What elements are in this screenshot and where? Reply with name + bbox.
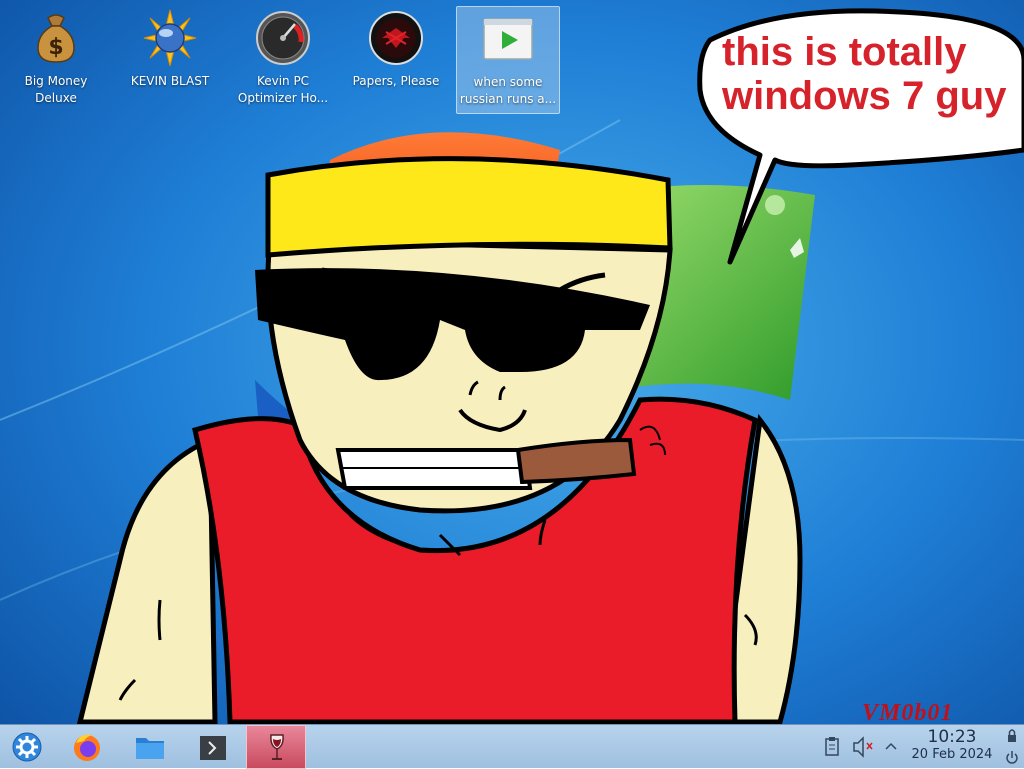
wine-glass-icon <box>270 734 284 760</box>
clock-date: 20 Feb 2024 <box>911 747 993 762</box>
lock-icon[interactable] <box>1004 725 1020 747</box>
desktop-icon-label: Kevin PC Optimizer Ho... <box>237 74 329 105</box>
desktop-icon-kevin-blast[interactable]: KEVIN BLAST <box>118 6 222 114</box>
desktop-icon-russian-video[interactable]: when some russian runs a... <box>456 6 560 114</box>
taskbar: 10:23 20 Feb 2024 <box>0 724 1024 769</box>
gauge-icon <box>256 11 310 65</box>
power-icon[interactable] <box>1004 747 1020 769</box>
clock-time: 10:23 <box>927 727 977 747</box>
terminal-icon[interactable] <box>196 729 230 765</box>
money-bag-icon: $ <box>37 14 75 63</box>
desktop-icon-label: Papers, Please <box>352 74 440 88</box>
red-emblem-icon <box>369 11 423 65</box>
desktop-icon-label: when some russian runs a... <box>459 75 557 106</box>
firefox-icon[interactable] <box>70 729 104 765</box>
wallpaper-watermark: VM0b01 <box>862 700 954 726</box>
system-clock[interactable]: 10:23 20 Feb 2024 <box>904 728 1000 763</box>
clipboard-icon[interactable] <box>822 725 842 769</box>
active-task-button[interactable] <box>246 725 306 769</box>
desktop-icon-label: Big Money Deluxe <box>24 74 88 105</box>
sun-orb-icon <box>143 9 197 67</box>
app-menu-icon[interactable] <box>10 729 44 765</box>
file-manager-icon[interactable] <box>133 729 167 765</box>
svg-text:$: $ <box>48 35 63 60</box>
desktop-icon-kevin-pc-optimizer[interactable]: Kevin PC Optimizer Ho... <box>231 6 335 114</box>
desktop-icon-label: KEVIN BLAST <box>130 74 210 88</box>
tray-expand-icon[interactable] <box>882 725 900 769</box>
desktop-icon-big-money-deluxe[interactable]: $ Big Money Deluxe <box>4 6 108 114</box>
volume-muted-icon[interactable] <box>850 725 876 769</box>
video-play-icon <box>483 18 533 60</box>
desktop-icon-papers-please[interactable]: Papers, Please <box>344 6 448 114</box>
speech-bubble-text: this is totally windows 7 guy <box>722 30 1007 118</box>
